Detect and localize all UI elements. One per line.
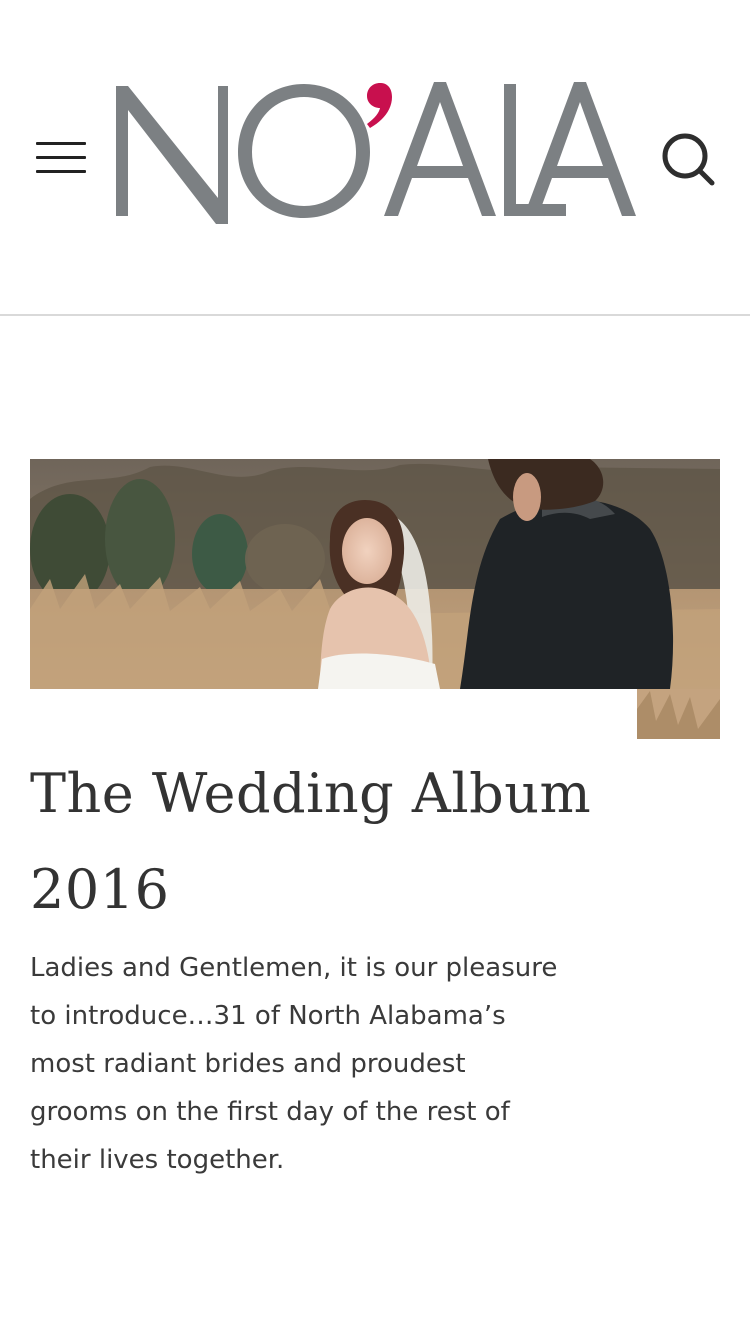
hero-image-notch xyxy=(30,689,637,741)
header-divider xyxy=(0,314,750,316)
article-title[interactable]: The Wedding Album 2016 xyxy=(30,746,630,938)
logo-wordmark xyxy=(116,82,636,224)
site-logo[interactable] xyxy=(112,78,638,224)
site-header xyxy=(0,0,750,315)
hamburger-menu-icon[interactable] xyxy=(36,140,88,176)
article-description: Ladies and Gentlemen, it is our pleasure… xyxy=(30,953,558,1175)
search-icon[interactable] xyxy=(660,130,718,188)
